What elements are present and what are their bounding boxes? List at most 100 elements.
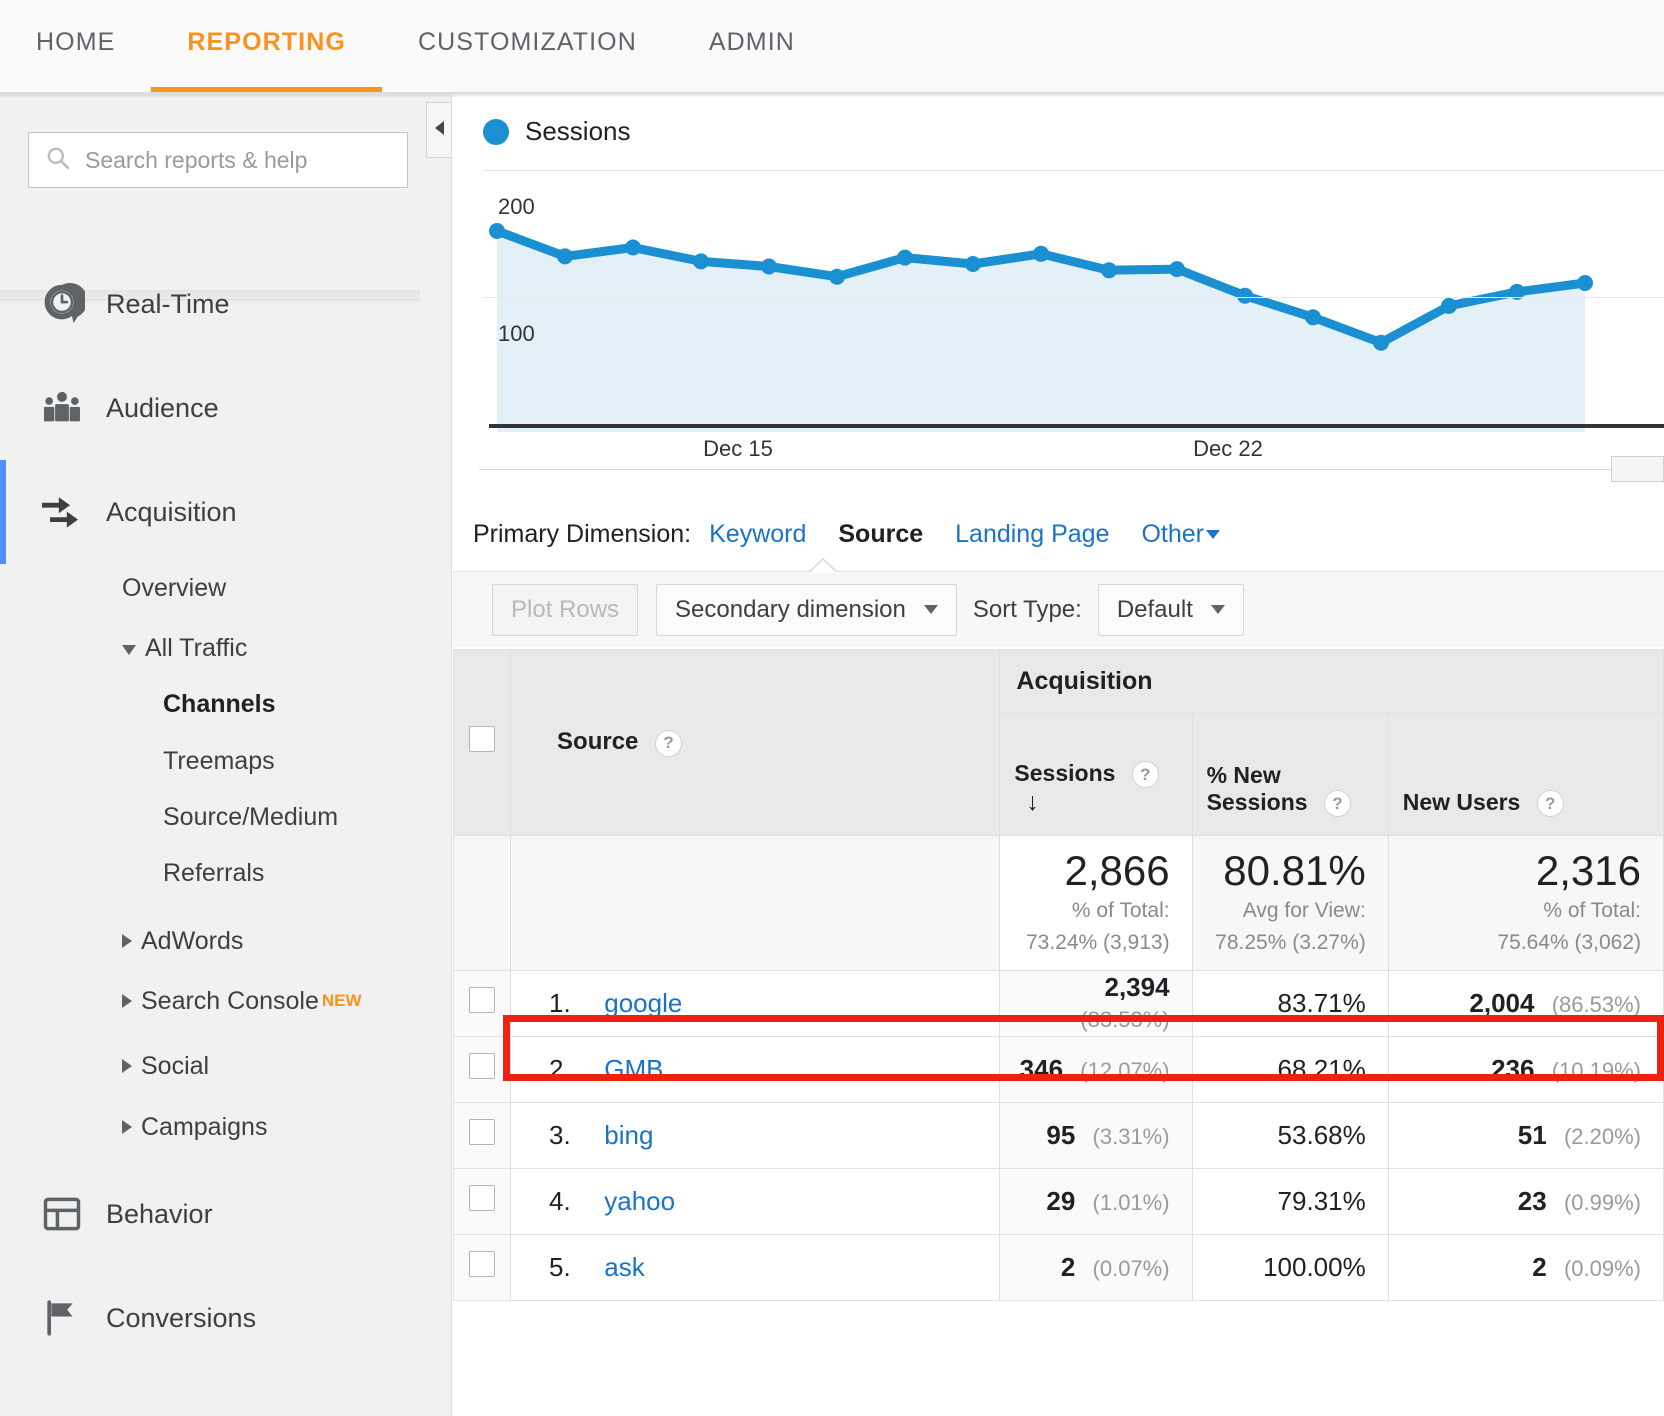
row-checkbox[interactable] — [469, 987, 495, 1013]
row-source-cell: 5. ask — [511, 1234, 1000, 1300]
row-new-sessions-value: 68.21% — [1278, 1054, 1366, 1084]
sort-type-dropdown[interactable]: Default — [1098, 584, 1244, 636]
summary-sessions-note2: 73.24% (3,913) — [1010, 929, 1169, 957]
row-source-link[interactable]: GMB — [604, 1054, 663, 1084]
table-toolbar: Plot Rows Secondary dimension Sort Type:… — [453, 571, 1664, 647]
people-icon — [32, 385, 92, 431]
table-header-new-sessions[interactable]: % New Sessions ? — [1192, 714, 1388, 836]
sidebar-collapse-button[interactable] — [426, 102, 452, 158]
row-source-link[interactable]: bing — [604, 1120, 653, 1150]
table-row[interactable]: 4. yahoo 29 (1.01%) 79.31% 23 (0.99%) — [454, 1168, 1664, 1234]
row-checkbox[interactable] — [469, 1251, 495, 1277]
row-new-sessions-cell: 100.00% — [1192, 1234, 1388, 1300]
sidebar-subitem-label: Campaigns — [141, 1113, 267, 1142]
sort-descending-icon[interactable]: ↓ — [1026, 788, 1039, 816]
table-body: 2,866 % of Total: 73.24% (3,913) 80.81% … — [454, 836, 1664, 1301]
chart-bottom-rule — [479, 469, 1612, 470]
topnav-item-reporting[interactable]: REPORTING — [151, 0, 382, 92]
row-source-link[interactable]: yahoo — [604, 1186, 675, 1216]
sidebar-item-acquisition[interactable]: Acquisition — [0, 460, 452, 564]
table-row[interactable]: 5. ask 2 (0.07%) 100.00% 2 (0.09%) — [454, 1234, 1664, 1300]
table-row[interactable]: 3. bing 95 (3.31%) 53.68% 51 (2.20%) — [454, 1102, 1664, 1168]
secondary-dimension-dropdown[interactable]: Secondary dimension — [656, 584, 957, 636]
row-source-link[interactable]: ask — [604, 1252, 644, 1282]
help-icon[interactable]: ? — [1132, 761, 1159, 788]
sidebar-subitem-label: Treemaps — [163, 747, 275, 776]
sidebar-item-campaigns[interactable]: Campaigns — [0, 1099, 452, 1155]
row-sessions-cell: 2,394 (83.53%) — [1000, 970, 1192, 1036]
row-sessions-pct: (1.01%) — [1093, 1190, 1170, 1215]
primary-dimension-landing-page[interactable]: Landing Page — [955, 520, 1109, 549]
row-new-sessions-cell: 83.71% — [1192, 970, 1388, 1036]
help-icon[interactable]: ? — [1537, 790, 1564, 817]
table-header-sessions[interactable]: Sessions ? ↓ — [1000, 714, 1192, 836]
help-icon[interactable]: ? — [655, 730, 682, 757]
row-checkbox-cell — [454, 1036, 511, 1102]
row-checkbox[interactable] — [469, 1185, 495, 1211]
sidebar-item-all-traffic[interactable]: All Traffic — [0, 620, 452, 676]
chart-plot-area: 200 100 — [483, 170, 1664, 432]
help-icon[interactable]: ? — [1324, 790, 1351, 817]
row-sessions-cell: 29 (1.01%) — [1000, 1168, 1192, 1234]
table-row[interactable]: 1. google 2,394 (83.53%) 83.71% 2,004 (8… — [454, 970, 1664, 1036]
sidebar-item-channels[interactable]: Channels — [0, 676, 452, 732]
row-new-sessions-value: 79.31% — [1278, 1186, 1366, 1216]
primary-dimension-source[interactable]: Source — [838, 520, 923, 549]
row-new-users-pct: (2.20%) — [1564, 1124, 1641, 1149]
summary-new-users-value: 2,316 — [1399, 850, 1641, 893]
sort-type-value: Default — [1117, 596, 1193, 624]
y-tick-100: 100 — [498, 321, 535, 347]
table-summary-row: 2,866 % of Total: 73.24% (3,913) 80.81% … — [454, 836, 1664, 971]
sidebar-item-referrals[interactable]: Referrals — [0, 845, 452, 901]
clock-icon — [32, 281, 92, 327]
sidebar-item-real-time[interactable]: Real-Time — [0, 252, 452, 356]
search-box[interactable] — [28, 132, 408, 188]
row-new-users-value: 2,004 — [1469, 988, 1534, 1018]
search-input[interactable] — [85, 147, 391, 174]
sidebar-item-search-console[interactable]: Search Console NEW — [0, 973, 452, 1029]
table-row[interactable]: 2. GMB 346 (12.07%) 68.21% 236 (10.19%) — [454, 1036, 1664, 1102]
plot-rows-label: Plot Rows — [511, 596, 619, 624]
plot-rows-button[interactable]: Plot Rows — [492, 584, 638, 636]
row-sessions-pct: (83.53%) — [1080, 1007, 1169, 1032]
row-source-cell: 4. yahoo — [511, 1168, 1000, 1234]
sidebar-item-source-medium[interactable]: Source/Medium — [0, 789, 452, 845]
sidebar-subitem-label: Overview — [122, 574, 226, 603]
row-checkbox[interactable] — [469, 1119, 495, 1145]
chart-x-axis — [489, 424, 1664, 428]
row-new-users-pct: (10.19%) — [1552, 1058, 1641, 1083]
primary-dimension-keyword[interactable]: Keyword — [709, 520, 806, 549]
sidebar-item-conversions[interactable]: Conversions — [0, 1266, 452, 1370]
primary-dimension-bar: Primary Dimension: Keyword Source Landin… — [453, 508, 1664, 560]
x-tick-dec-22: Dec 22 — [1193, 436, 1263, 462]
chart-scroll-handle[interactable] — [1611, 456, 1664, 482]
table-header-acquisition-group: Acquisition — [1000, 650, 1664, 714]
topnav-item-home[interactable]: HOME — [0, 0, 151, 92]
arrows-icon — [32, 488, 92, 536]
sidebar-item-overview[interactable]: Overview — [0, 560, 452, 616]
sidebar-item-audience[interactable]: Audience — [0, 356, 452, 460]
topnav-item-admin[interactable]: ADMIN — [673, 0, 831, 92]
table-header-new-users[interactable]: New Users ? — [1388, 714, 1663, 836]
y-tick-200: 200 — [498, 194, 535, 220]
sidebar-item-treemaps[interactable]: Treemaps — [0, 733, 452, 789]
row-checkbox[interactable] — [469, 1053, 495, 1079]
select-all-checkbox[interactable] — [469, 726, 495, 752]
row-source-link[interactable]: google — [604, 988, 682, 1018]
table-header-source[interactable]: Source ? — [511, 650, 1000, 836]
acquisition-table: Source ? Acquisition Sessions ? ↓ % New … — [453, 649, 1664, 1301]
primary-dimension-other[interactable]: Other — [1141, 520, 1204, 549]
row-sessions-cell: 95 (3.31%) — [1000, 1102, 1192, 1168]
row-checkbox-cell — [454, 1234, 511, 1300]
topnav-item-customization[interactable]: CUSTOMIZATION — [382, 0, 673, 92]
row-source-cell: 1. google — [511, 970, 1000, 1036]
row-rank: 5. — [549, 1252, 597, 1283]
sidebar-item-behavior[interactable]: Behavior — [0, 1162, 452, 1266]
chevron-down-icon[interactable] — [1206, 530, 1220, 539]
row-new-users-value: 51 — [1518, 1120, 1547, 1150]
sidebar-item-adwords[interactable]: AdWords — [0, 913, 452, 969]
row-new-sessions-cell: 53.68% — [1192, 1102, 1388, 1168]
row-new-sessions-cell: 68.21% — [1192, 1036, 1388, 1102]
sidebar-item-social[interactable]: Social — [0, 1038, 452, 1094]
top-navigation-bar: HOME REPORTING CUSTOMIZATION ADMIN — [0, 0, 1664, 92]
